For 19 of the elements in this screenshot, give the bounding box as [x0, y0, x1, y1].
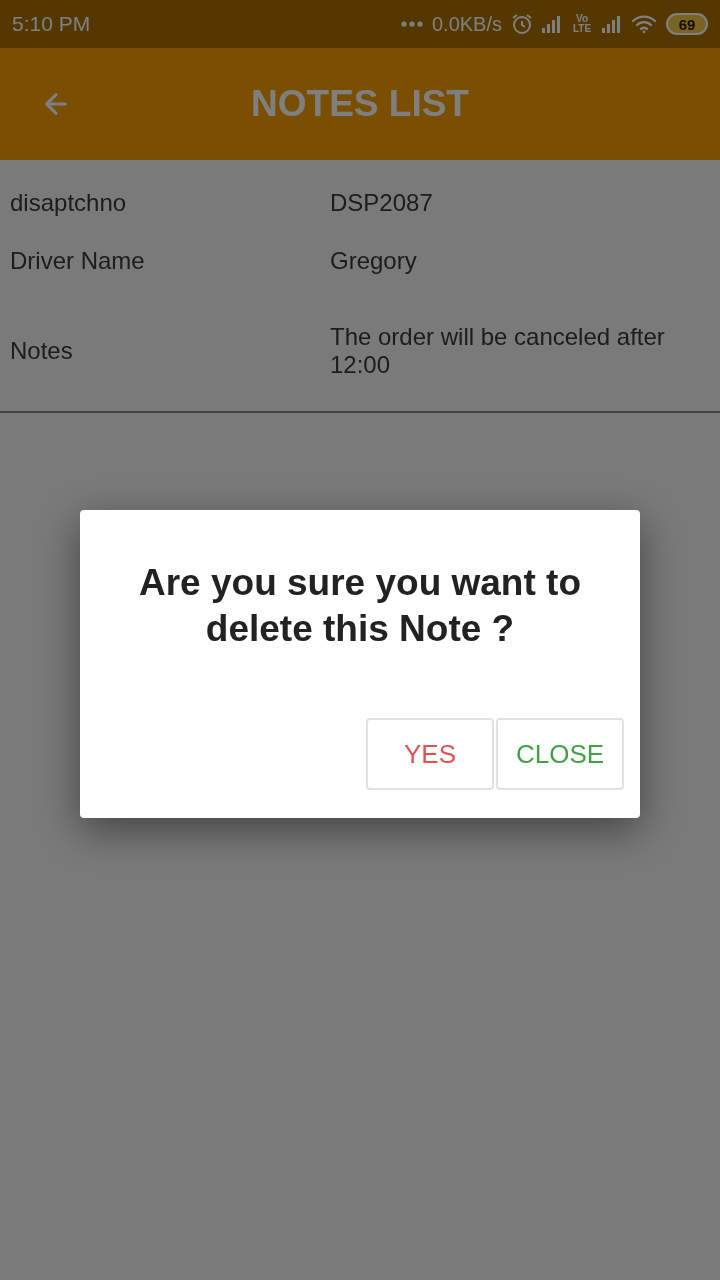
field-value: The order will be canceled after 12:00 — [330, 322, 666, 379]
close-button[interactable]: CLOSE — [496, 718, 624, 790]
alarm-clock-icon — [511, 13, 533, 35]
status-time: 5:10 PM — [12, 12, 91, 36]
battery-indicator: 69 — [666, 13, 708, 35]
signal-bars-icon — [602, 15, 622, 33]
more-dots-icon — [400, 21, 423, 27]
field-value: DSP2087 — [330, 189, 434, 217]
yes-button[interactable]: YES — [366, 718, 494, 790]
field-label: Driver Name — [10, 247, 146, 275]
field-label: Notes — [10, 336, 74, 365]
wifi-icon — [631, 14, 657, 34]
dialog-message: Are you sure you want to delete this Note ? — [138, 561, 582, 651]
field-value: Gregory — [330, 247, 418, 275]
signal-bars-icon — [542, 15, 562, 33]
field-label: disaptchno — [10, 189, 128, 217]
page-title: NOTES LIST — [250, 83, 470, 125]
network-type-label: Vo LTE — [571, 14, 593, 34]
network-speed: 0.0KB/s — [431, 12, 502, 36]
